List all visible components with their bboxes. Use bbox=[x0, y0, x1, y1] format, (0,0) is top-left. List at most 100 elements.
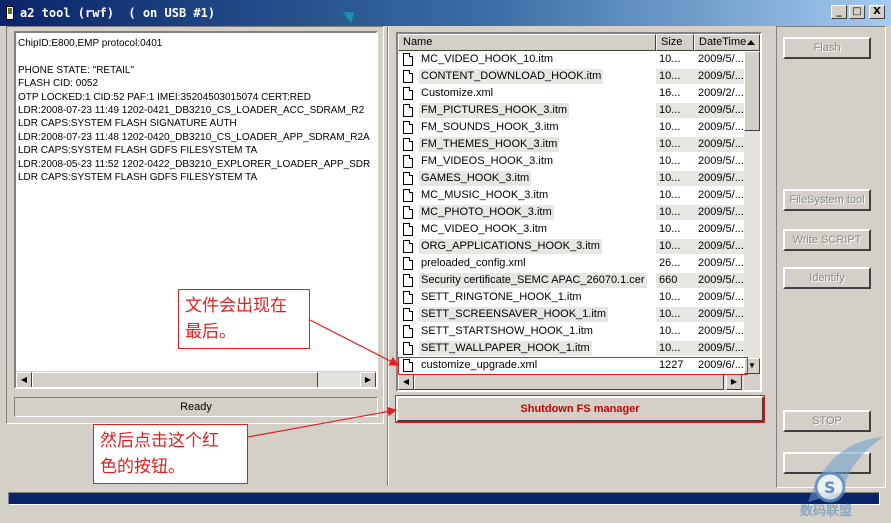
file-list[interactable]: Name Size DateTime MC_VIDEO_HOOK_10.itm 1… bbox=[396, 32, 762, 392]
file-date: 2009/2/... bbox=[698, 87, 744, 99]
file-row[interactable]: CONTENT_DOWNLOAD_HOOK.itm 10... 2009/5/... bbox=[398, 68, 748, 85]
file-icon bbox=[403, 257, 413, 270]
file-name: GAMES_HOOK_3.itm bbox=[419, 171, 532, 186]
file-date: 2009/5/... bbox=[694, 171, 748, 186]
scroll-left-icon[interactable]: ◀ bbox=[398, 374, 414, 390]
scroll-right-icon[interactable]: ▶ bbox=[360, 372, 376, 387]
log-line: LDR CAPS:SYSTEM FLASH GDFS FILESYSTEM TA bbox=[18, 145, 258, 157]
scroll-thumb[interactable] bbox=[744, 51, 760, 131]
file-name-cell: FM_PICTURES_HOOK_3.itm bbox=[398, 102, 656, 119]
scroll-right-icon[interactable]: ▶ bbox=[726, 374, 742, 390]
file-name-cell: FM_THEMES_HOOK_3.itm bbox=[398, 136, 656, 153]
file-icon bbox=[403, 206, 413, 219]
file-size: 10... bbox=[659, 121, 681, 133]
file-name-cell: CONTENT_DOWNLOAD_HOOK.itm bbox=[398, 68, 656, 85]
file-name-cell: Customize.xml bbox=[398, 85, 656, 102]
file-row[interactable]: FM_PICTURES_HOOK_3.itm 10... 2009/5/... bbox=[398, 102, 748, 119]
file-row[interactable]: SETT_RINGTONE_HOOK_1.itm 10... 2009/5/... bbox=[398, 289, 748, 306]
file-list-vertical-scrollbar[interactable]: ▼ bbox=[744, 51, 760, 374]
file-row[interactable]: MC_MUSIC_HOOK_3.itm 10... 2009/5/... bbox=[398, 187, 748, 204]
file-row[interactable]: preloaded_config.xml 26... 2009/5/... bbox=[398, 255, 748, 272]
file-row[interactable]: FM_THEMES_HOOK_3.itm 10... 2009/5/... bbox=[398, 136, 748, 153]
file-date: 2009/5/... bbox=[694, 69, 748, 84]
write-script-button[interactable]: Write SCRIPT bbox=[783, 229, 871, 251]
scroll-thumb[interactable] bbox=[414, 374, 724, 390]
file-row[interactable]: SETT_STARTSHOW_HOOK_1.itm 10... 2009/5/... bbox=[398, 323, 748, 340]
log-line: ChipID:E800,EMP protocol:0401 bbox=[18, 38, 163, 49]
file-date: 2009/5/... bbox=[694, 239, 748, 254]
file-row[interactable]: ORG_APPLICATIONS_HOOK_3.itm 10... 2009/5/.… bbox=[398, 238, 748, 255]
column-header-datetime-label: DateTime bbox=[699, 36, 747, 48]
close-button[interactable]: X bbox=[869, 5, 885, 19]
annotation-text: 最后。 bbox=[185, 322, 236, 342]
file-name-cell: GAMES_HOOK_3.itm bbox=[398, 170, 656, 187]
file-row[interactable]: MC_VIDEO_HOOK_3.itm 10... 2009/5/... bbox=[398, 221, 748, 238]
file-row[interactable]: FM_VIDEOS_HOOK_3.itm 10... 2009/5/... bbox=[398, 153, 748, 170]
file-date: 2009/5/... bbox=[694, 103, 748, 118]
file-list-horizontal-scrollbar[interactable]: ◀ ▶ bbox=[398, 374, 760, 390]
title-bar: a2 tool (rwf) ( on USB #1) _ □ X bbox=[0, 0, 891, 26]
file-icon bbox=[403, 53, 413, 66]
maximize-button[interactable]: □ bbox=[849, 5, 865, 19]
highlight-box bbox=[398, 357, 748, 375]
file-date: 2009/5/... bbox=[698, 53, 744, 65]
file-name: Customize.xml bbox=[421, 87, 494, 99]
file-size: 10... bbox=[659, 155, 681, 167]
file-date: 2009/5/... bbox=[694, 273, 748, 288]
file-name: SETT_SCREENSAVER_HOOK_1.itm bbox=[419, 307, 609, 322]
log-line: LDR:2008-07-23 11:48 1202-0420_DB3210_CS… bbox=[18, 131, 370, 143]
log-line: LDR CAPS:SYSTEM FLASH GDFS FILESYSTEM TA bbox=[18, 171, 258, 183]
panel-divider bbox=[387, 26, 389, 486]
log-panel: ChipID:E800,EMP protocol:0401 PHONE STATE… bbox=[6, 26, 384, 424]
stop-button[interactable]: STOP bbox=[783, 410, 871, 432]
annotation-text: 文件会出现在 bbox=[185, 296, 287, 316]
file-row[interactable]: Security certificate_SEMC APAC_26070.1.c… bbox=[398, 272, 748, 289]
file-name-cell: Security certificate_SEMC APAC_26070.1.c… bbox=[398, 272, 656, 289]
file-date: 2009/5/... bbox=[698, 291, 744, 303]
file-name-cell: FM_VIDEOS_HOOK_3.itm bbox=[398, 153, 656, 170]
column-header-datetime[interactable]: DateTime bbox=[694, 34, 760, 51]
file-row[interactable]: SETT_SCREENSAVER_HOOK_1.itm 10... 2009/5/.… bbox=[398, 306, 748, 323]
file-name: FM_PICTURES_HOOK_3.itm bbox=[419, 103, 570, 118]
flash-button[interactable]: Flash bbox=[783, 37, 871, 59]
scroll-thumb[interactable] bbox=[32, 372, 318, 387]
file-name: MC_VIDEO_HOOK_10.itm bbox=[421, 53, 554, 65]
file-icon bbox=[403, 291, 413, 304]
file-icon bbox=[403, 104, 413, 117]
minimize-button[interactable]: _ bbox=[831, 5, 847, 19]
file-date: 2009/5/... bbox=[698, 325, 744, 337]
shutdown-fs-manager-button[interactable]: Shutdown FS manager bbox=[395, 395, 765, 423]
file-row[interactable]: FM_SOUNDS_HOOK_3.itm 10... 2009/5/... bbox=[398, 119, 748, 136]
file-name: MC_VIDEO_HOOK_3.itm bbox=[421, 223, 547, 235]
file-date: 2009/5/... bbox=[698, 223, 744, 235]
file-size: 10... bbox=[656, 103, 694, 118]
file-name: FM_THEMES_HOOK_3.itm bbox=[419, 137, 560, 152]
file-size: 10... bbox=[656, 205, 694, 220]
log-line: FLASH CID: 0052 bbox=[18, 78, 99, 90]
file-icon bbox=[403, 240, 413, 253]
file-date: 2009/5/... bbox=[694, 341, 748, 356]
file-row[interactable]: MC_PHOTO_HOOK_3.itm 10... 2009/5/... bbox=[398, 204, 748, 221]
file-date: 2009/5/... bbox=[698, 121, 744, 133]
file-icon bbox=[403, 274, 413, 287]
scroll-corner bbox=[744, 374, 760, 390]
file-row[interactable]: SETT_WALLPAPER_HOOK_1.itm 10... 2009/5/... bbox=[398, 340, 748, 357]
file-name: ORG_APPLICATIONS_HOOK_3.itm bbox=[419, 239, 602, 254]
scroll-left-icon[interactable]: ◀ bbox=[16, 372, 32, 387]
column-header-name[interactable]: Name bbox=[398, 34, 656, 51]
file-name-cell: MC_PHOTO_HOOK_3.itm bbox=[398, 204, 656, 221]
identify-button[interactable]: Identify bbox=[783, 267, 871, 289]
filesystem-tool-button[interactable]: FileSystem tool bbox=[783, 189, 871, 211]
file-size: 16... bbox=[659, 87, 681, 99]
file-name: SETT_WALLPAPER_HOOK_1.itm bbox=[419, 341, 592, 356]
log-horizontal-scrollbar[interactable]: ◀ ▶ bbox=[16, 371, 376, 387]
file-list-rows: MC_VIDEO_HOOK_10.itm 10... 2009/5/... CONTE… bbox=[398, 51, 748, 374]
file-row[interactable]: GAMES_HOOK_3.itm 10... 2009/5/... bbox=[398, 170, 748, 187]
file-row[interactable]: MC_VIDEO_HOOK_10.itm 10... 2009/5/... bbox=[398, 51, 748, 68]
sort-up-icon bbox=[747, 40, 755, 45]
file-row[interactable]: Customize.xml 16... 2009/2/... bbox=[398, 85, 748, 102]
progress-bar bbox=[8, 492, 880, 505]
column-header-size[interactable]: Size bbox=[656, 34, 694, 51]
file-icon bbox=[403, 189, 413, 202]
file-size: 10... bbox=[656, 341, 694, 356]
